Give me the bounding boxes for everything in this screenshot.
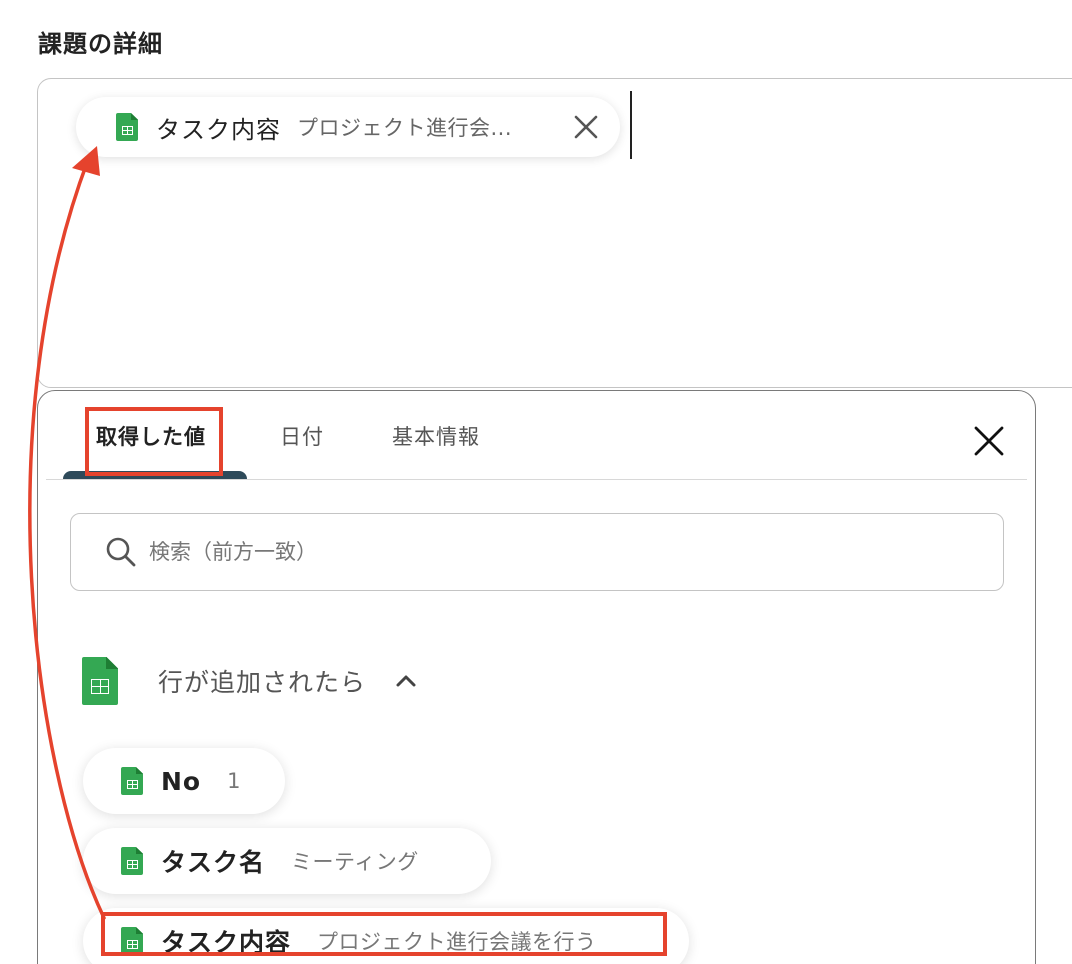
- value-picker-panel: 取得した値 日付 基本情報 行が追加されたら: [37, 390, 1036, 964]
- item-name: タスク名: [161, 848, 266, 877]
- search-input[interactable]: [147, 539, 911, 565]
- chip-name: タスク内容: [156, 115, 281, 144]
- google-sheets-icon: [82, 657, 118, 705]
- search-icon: [106, 537, 136, 567]
- remove-chip-icon[interactable]: [572, 113, 600, 141]
- highlight-box-tab: [85, 407, 223, 476]
- field-label: 課題の詳細: [38, 30, 163, 58]
- chip-value: プロジェクト進行会...: [297, 116, 513, 140]
- google-sheets-icon: [121, 847, 143, 875]
- group-title: 行が追加されたら: [158, 668, 367, 697]
- list-item[interactable]: タスク名 ミーティング: [83, 828, 491, 894]
- inserted-value-chip[interactable]: タスク内容 プロジェクト進行会...: [76, 97, 620, 157]
- tabs-divider: [46, 479, 1027, 480]
- text-caret: [630, 91, 632, 159]
- detail-editor[interactable]: タスク内容 プロジェクト進行会...: [37, 78, 1072, 388]
- group-header[interactable]: 行が追加されたら: [82, 657, 418, 705]
- page: 課題の詳細 タスク内容 プロジェクト進行会... 取得した値 日付 基本情報 検…: [0, 0, 1072, 964]
- item-value: ミーティング: [291, 850, 419, 874]
- tab-date[interactable]: 日付: [280, 421, 324, 451]
- close-icon[interactable]: [973, 425, 1005, 457]
- search-box[interactable]: [70, 513, 1004, 591]
- google-sheets-icon: [116, 113, 138, 141]
- item-value: 1: [227, 769, 241, 793]
- tab-basic-info[interactable]: 基本情報: [392, 421, 480, 451]
- list-item[interactable]: No 1: [83, 748, 285, 814]
- highlight-box-item: [101, 912, 667, 956]
- google-sheets-icon: [121, 767, 143, 795]
- chevron-up-icon[interactable]: [394, 669, 418, 693]
- item-name: No: [161, 766, 202, 796]
